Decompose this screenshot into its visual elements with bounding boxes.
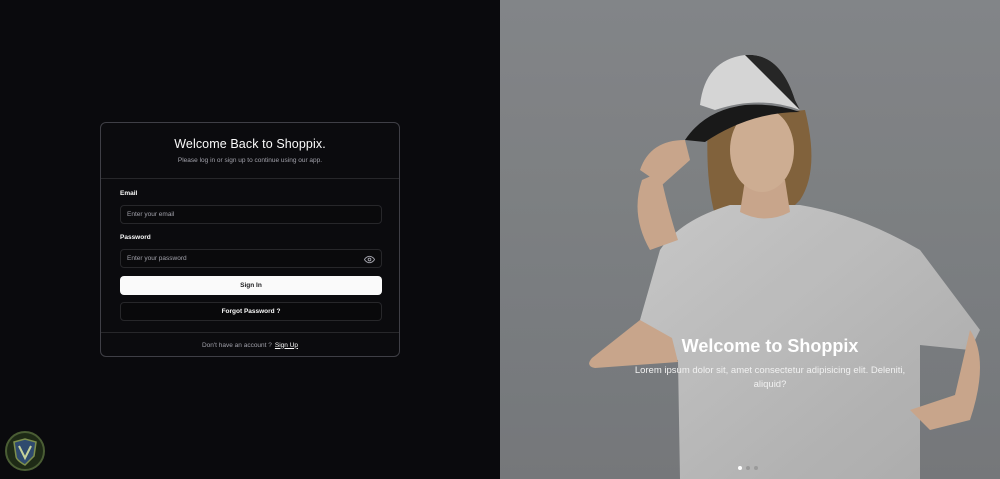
- password-label: Password: [120, 234, 151, 241]
- shield-logo-icon: [5, 431, 45, 471]
- login-card: Welcome Back to Shoppix. Please log in o…: [100, 122, 400, 357]
- carousel-dot-2[interactable]: [746, 466, 750, 470]
- hero-caption: Welcome to Shoppix Lorem ipsum dolor sit…: [600, 336, 940, 392]
- sign-up-link[interactable]: Sign Up: [275, 342, 298, 349]
- login-form: Email Password Sign In Forgot Password ?: [101, 179, 399, 333]
- eye-icon[interactable]: [364, 254, 375, 265]
- forgot-password-button[interactable]: Forgot Password ?: [120, 302, 382, 321]
- login-card-header: Welcome Back to Shoppix. Please log in o…: [101, 123, 399, 179]
- password-field-wrapper: [120, 249, 382, 268]
- hero-image: [500, 0, 1000, 479]
- login-card-footer: Don't have an account ? Sign Up: [101, 333, 399, 357]
- password-field[interactable]: [127, 255, 375, 262]
- carousel-dot-1[interactable]: [738, 466, 742, 470]
- sign-in-button[interactable]: Sign In: [120, 276, 382, 295]
- hero-panel: Welcome to Shoppix Lorem ipsum dolor sit…: [500, 0, 1000, 479]
- login-panel: Welcome Back to Shoppix. Please log in o…: [0, 0, 500, 479]
- signup-prompt: Don't have an account ?: [201, 341, 272, 349]
- hero-description: Lorem ipsum dolor sit, amet consectetur …: [634, 365, 906, 390]
- email-label: Email: [120, 190, 138, 197]
- page: Welcome Back to Shoppix. Please log in o…: [0, 0, 1000, 479]
- carousel-dot-3[interactable]: [754, 466, 758, 470]
- email-field[interactable]: [127, 211, 375, 218]
- hero-title: Welcome to Shoppix: [681, 336, 859, 356]
- login-subtitle: Please log in or sign up to continue usi…: [177, 157, 323, 164]
- carousel-dots: [738, 466, 758, 470]
- login-title: Welcome Back to Shoppix.: [174, 137, 326, 151]
- email-field-wrapper: [120, 205, 382, 224]
